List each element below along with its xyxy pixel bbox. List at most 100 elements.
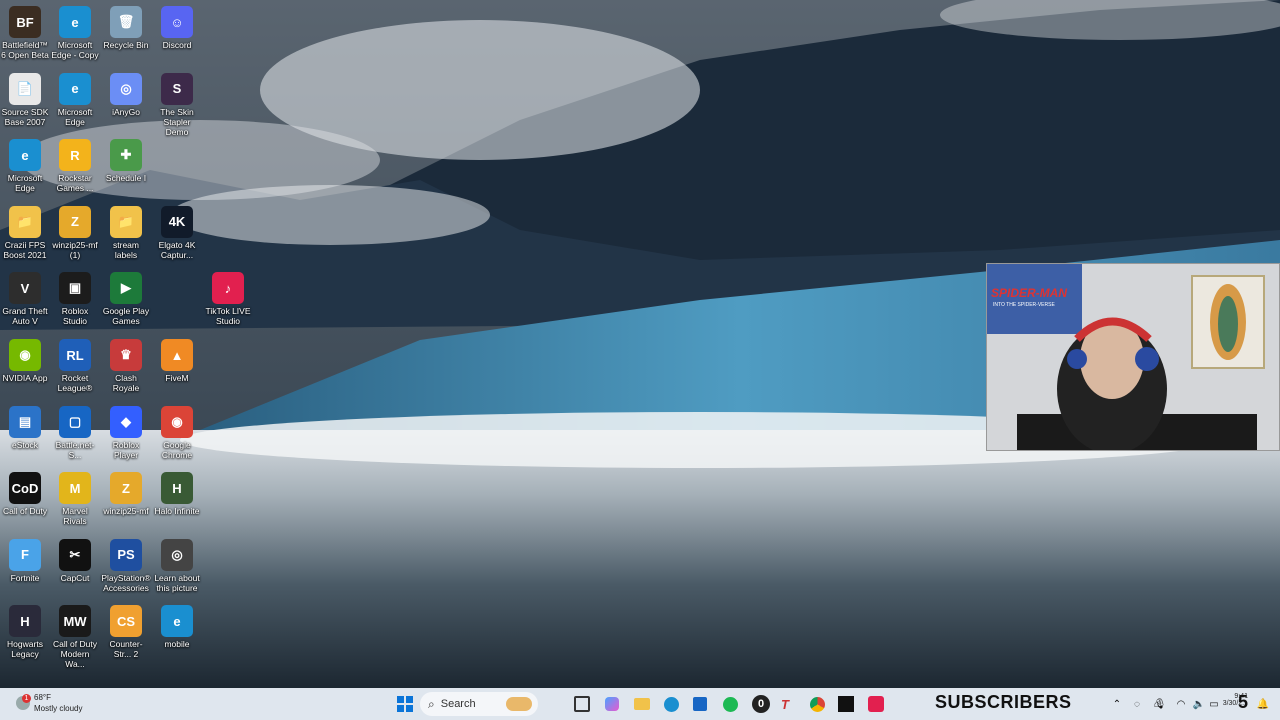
desktop-icon[interactable]: S The Skin Stapler Demo [152, 69, 202, 137]
app-icon: ♪ [212, 272, 244, 305]
app-icon: ▤ [9, 405, 41, 438]
desktop-icon[interactable]: e mobile [152, 601, 202, 665]
desktop-icon-label: Halo Infinite [154, 506, 200, 517]
chrome-icon[interactable] [807, 692, 827, 716]
desktop-icon[interactable]: H Halo Infinite [152, 468, 202, 532]
desktop-icon[interactable]: CS Counter-Str... 2 [101, 601, 151, 665]
desktop-icon-label: eStock [12, 439, 38, 450]
app-icon: F [9, 538, 41, 571]
desktop-icon[interactable]: ☺ Discord [152, 2, 202, 66]
app-icon: 4K [161, 205, 193, 238]
desktop-icon[interactable]: PS PlayStation® Accessories [101, 535, 151, 599]
desktop-icon[interactable]: M Marvel Rivals [50, 468, 100, 532]
wifi-icon[interactable]: ◠ [1174, 692, 1188, 716]
desktop-icon[interactable]: ◎ Learn about this picture [152, 535, 202, 599]
store-icon[interactable] [690, 692, 710, 716]
desktop-icon[interactable]: ◆ Roblox Player [101, 402, 151, 466]
desktop-icon[interactable]: R Rockstar Games ... [50, 135, 100, 199]
desktop-icon-label: Learn about this picture [154, 572, 200, 593]
desktop-icon[interactable]: ▢ Battle.net-S... [50, 402, 100, 466]
desktop-icon[interactable]: ◉ NVIDIA App [0, 335, 50, 399]
app-icon: 📄 [9, 72, 41, 105]
tiktok-live-icon[interactable] [866, 692, 886, 716]
desktop-icon[interactable]: 4K Elgato 4K Captur... [152, 202, 202, 266]
desktop-icon-label: Marvel Rivals [62, 506, 88, 527]
app-icon: ✂ [59, 538, 91, 571]
app-icon: e [161, 605, 193, 638]
app-icon: MW [59, 605, 91, 638]
poster-title: SPIDER-MAN [991, 286, 1068, 300]
poster-subtitle: INTO THE SPIDER-VERSE [993, 302, 1055, 308]
desktop-icon-label: Rocket League® [57, 373, 93, 393]
desktop-icon-label: Grand Theft Auto V [2, 306, 48, 327]
taskbar-search[interactable]: ⌕ Search [420, 692, 538, 716]
desktop-icon[interactable]: 📄 Source SDK Base 2007 [0, 69, 50, 133]
desktop-icon[interactable]: ♪ TikTok LIVE Studio [203, 268, 253, 332]
desktop-icon[interactable]: ✂ CapCut [50, 535, 100, 599]
counter-widget[interactable]: 0 [750, 692, 772, 716]
desktop-icon[interactable]: e Microsoft Edge [50, 69, 100, 133]
desktop-icon-label: Schedule I [105, 173, 147, 184]
desktop-icon-label: Elgato 4K Captur... [158, 239, 196, 260]
app-icon: ◎ [161, 538, 193, 571]
desktop-icon[interactable]: ▶ Google Play Games [101, 268, 151, 332]
desktop-icon[interactable]: ◎ iAnyGo [101, 69, 151, 133]
desktop-icon[interactable]: ▣ Roblox Studio [50, 268, 100, 332]
desktop-icon[interactable]: RL Rocket League® [50, 335, 100, 399]
weather-widget[interactable]: 1 68°F Mostly cloudy [14, 692, 124, 716]
spotify-icon[interactable] [720, 692, 740, 716]
app-icon: PS [110, 538, 142, 571]
notification-badge: 1 [22, 694, 31, 703]
desktop-icon[interactable]: CoD Call of Duty [0, 468, 50, 532]
volume-icon[interactable]: 🔈 [1192, 692, 1206, 716]
desktop-icon[interactable]: 📁 stream labels [101, 202, 151, 266]
desktop-icon-label: TikTok LIVE Studio [205, 306, 251, 327]
tray-app-icon[interactable]: ◌ [1130, 692, 1144, 716]
desktop-icon[interactable]: ♛ Clash Royale [101, 335, 151, 399]
app-icon: ▣ [59, 272, 91, 305]
desktop-icon[interactable]: ▲ FiveM [152, 335, 202, 399]
desktop-icon[interactable]: 🗑 Recycle Bin [101, 2, 151, 66]
desktop-icon-label: Fortnite [10, 572, 40, 583]
call-of-duty-icon[interactable] [836, 692, 856, 716]
desktop-icon-label: PlayStation® Accessories [101, 572, 151, 593]
desktop-icon[interactable]: e Microsoft Edge [0, 135, 50, 199]
desktop-icon[interactable]: Zwinzip25-mf (1) [50, 202, 100, 266]
desktop-icon[interactable]: BF Battlefield™ 6 Open Beta [0, 2, 50, 66]
weather-desc: Mostly cloudy [34, 704, 83, 713]
app-icon: e [59, 6, 91, 38]
search-highlight-icon [506, 697, 532, 711]
desktop-icon-label: Call of Duty Modern Wa... [53, 639, 97, 670]
taskbar: 1 68°F Mostly cloudy ⌕ Search 0 T SUBSCR… [0, 688, 1280, 720]
app-icon: 📁 [9, 205, 41, 238]
desktop-icon[interactable]: ▤ eStock [0, 402, 50, 466]
desktop-icon-label: Microsoft Edge [57, 106, 93, 127]
desktop-icon-label: Roblox Player [112, 439, 140, 460]
tiktok-t-icon[interactable]: T [776, 692, 794, 716]
desktop-icon-label: FiveM [165, 373, 189, 383]
desktop-icon[interactable]: F Fortnite [0, 535, 50, 599]
desktop-icon-label: mobile [164, 639, 190, 650]
desktop-icon-label: The Skin Stapler Demo [160, 106, 194, 137]
desktop-icon[interactable]: ✚ Schedule I [101, 135, 151, 199]
webcam-overlay: SPIDER-MAN INTO THE SPIDER-VERSE [986, 263, 1280, 451]
microphone-icon[interactable]: 🎙 [1153, 692, 1167, 716]
tray-overflow-icon[interactable]: ⌃ [1110, 692, 1124, 716]
task-view-icon[interactable] [572, 692, 592, 716]
desktop-icon[interactable]: 📁 Crazii FPS Boost 2021 [0, 202, 50, 266]
start-button[interactable] [394, 692, 416, 716]
desktop-icon[interactable]: H Hogwarts Legacy [0, 601, 50, 665]
search-placeholder: Search [440, 698, 476, 710]
desktop-icon[interactable]: Zwinzip25-mf [101, 468, 151, 532]
desktop-icon-label: winzip25-mf (1) [52, 239, 98, 260]
app-icon: 📁 [110, 205, 142, 238]
notification-bell-icon[interactable]: 🔔 [1256, 692, 1270, 716]
desktop-icon[interactable]: MW Call of Duty Modern Wa... [50, 601, 100, 669]
desktop-icon[interactable]: e Microsoft Edge - Copy [50, 2, 100, 66]
file-explorer-icon[interactable] [632, 692, 652, 716]
copilot-icon[interactable] [602, 692, 622, 716]
desktop-icon-label: Roblox Studio [61, 306, 89, 327]
edge-icon[interactable] [661, 692, 681, 716]
desktop-icon[interactable]: ◉ Google Chrome [152, 402, 202, 466]
desktop-icon[interactable]: V Grand Theft Auto V [0, 268, 50, 332]
